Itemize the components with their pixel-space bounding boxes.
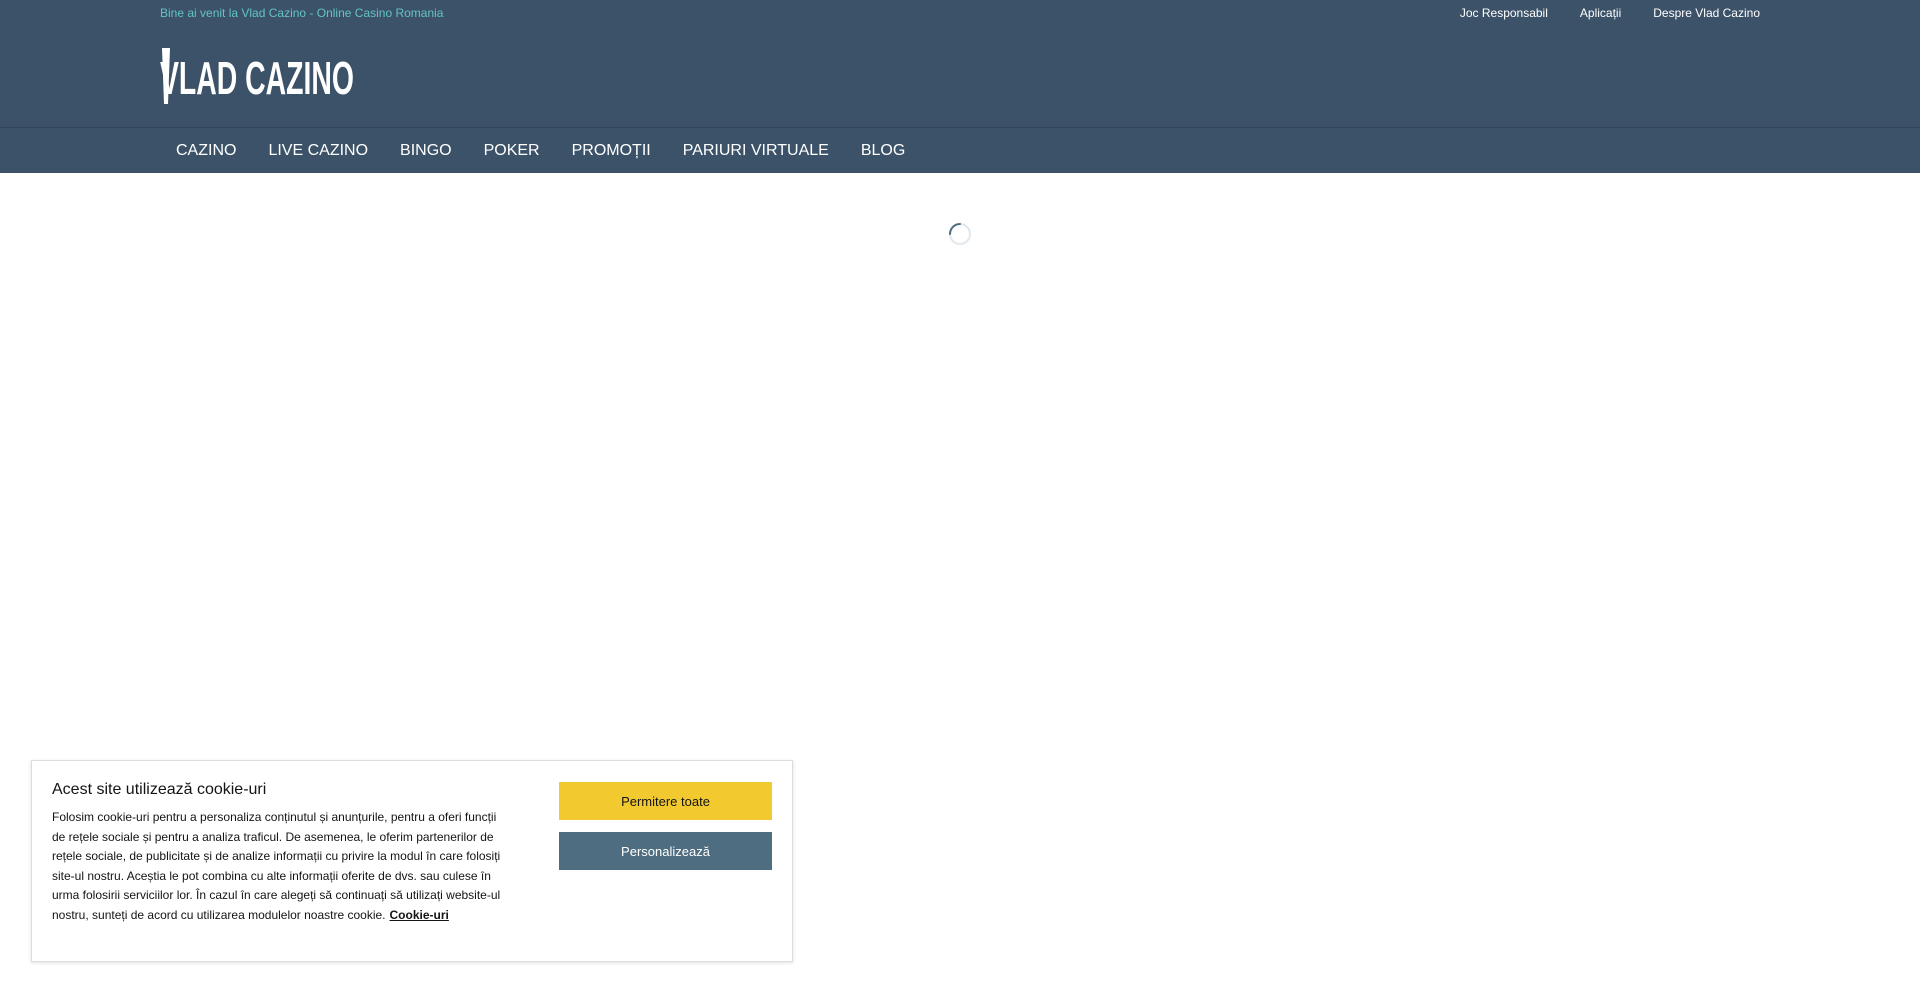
top-link-despre[interactable]: Despre Vlad Cazino [1653, 6, 1760, 20]
nav-item-live-cazino[interactable]: LIVE CAZINO [252, 142, 384, 160]
logo-text: VLAD CAZINO [160, 52, 354, 104]
cookie-policy-link[interactable]: Cookie-uri [390, 908, 449, 922]
nav-item-pariuri-virtuale[interactable]: PARIURI VIRTUALE [667, 142, 845, 160]
vlad-cazino-logo[interactable]: VLAD CAZINO [160, 40, 356, 106]
cookie-description: Folosim cookie-uri pentru a personaliza … [52, 808, 512, 926]
nav-item-blog[interactable]: BLOG [845, 142, 921, 160]
cookie-consent-banner: Acest site utilizează cookie-uri Folosim… [31, 760, 793, 962]
nav-item-poker[interactable]: POKER [468, 142, 556, 160]
allow-all-button[interactable]: Permitere toate [559, 782, 772, 820]
main-nav: CAZINO LIVE CAZINO BINGO POKER PROMOȚII … [0, 128, 1920, 173]
nav-item-bingo[interactable]: BINGO [384, 142, 468, 160]
cookie-title: Acest site utilizează cookie-uri [52, 781, 267, 798]
customize-button[interactable]: Personalizează [559, 832, 772, 870]
cookie-text: Folosim cookie-uri pentru a personaliza … [52, 810, 501, 922]
top-link-joc-responsabil[interactable]: Joc Responsabil [1460, 6, 1548, 20]
nav-item-cazino[interactable]: CAZINO [160, 142, 252, 160]
top-links: Joc Responsabil Aplicații Despre Vlad Ca… [1460, 6, 1760, 20]
site-header: Bine ai venit la Vlad Cazino - Online Ca… [0, 0, 1920, 128]
nav-item-promotii[interactable]: PROMOȚII [556, 142, 667, 160]
loading-spinner-icon [949, 223, 971, 245]
top-link-aplicatii[interactable]: Aplicații [1580, 6, 1621, 20]
welcome-message: Bine ai venit la Vlad Cazino - Online Ca… [160, 6, 444, 20]
